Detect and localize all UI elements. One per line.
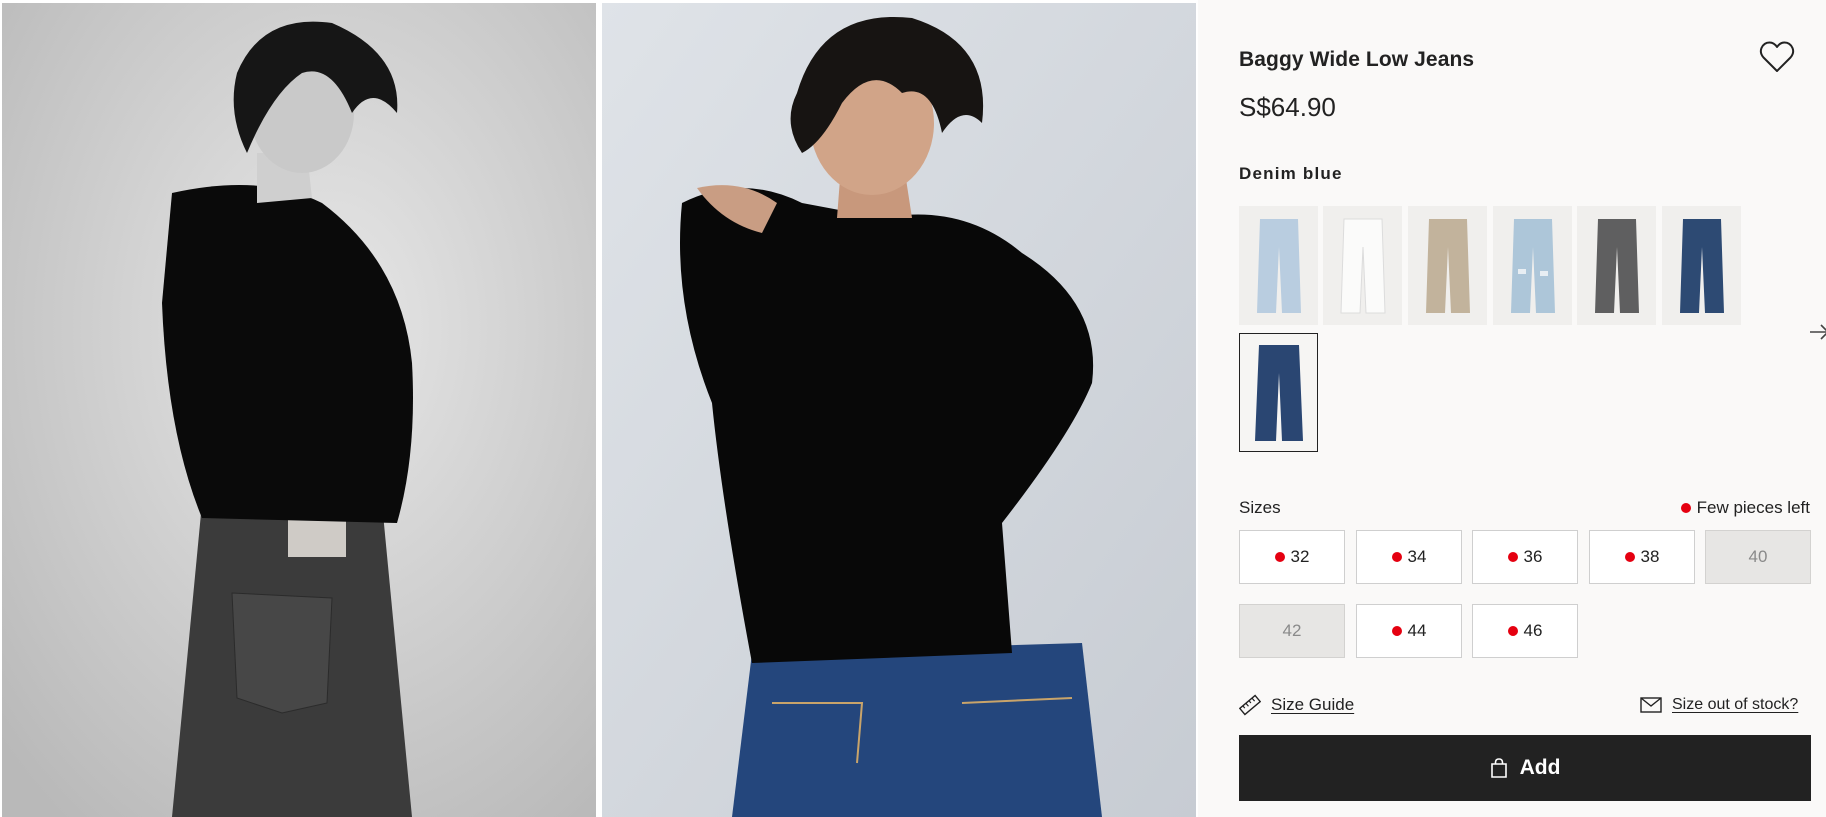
size-label: 38 xyxy=(1640,547,1660,566)
swatches-next-button[interactable] xyxy=(1808,322,1826,342)
ruler-icon xyxy=(1239,694,1261,716)
add-to-bag-button[interactable]: Add xyxy=(1239,735,1811,801)
color-swatch-light-denim-ripped[interactable] xyxy=(1493,206,1572,325)
product-image-2[interactable] xyxy=(602,3,1196,817)
color-swatch-white[interactable] xyxy=(1323,206,1402,325)
heart-outline-icon xyxy=(1759,41,1795,72)
low-stock-dot-icon xyxy=(1680,503,1691,513)
few-pieces-left-label: Few pieces left xyxy=(1696,498,1810,517)
size-option-34[interactable]: 34 xyxy=(1356,530,1462,584)
low-stock-dot-icon xyxy=(1507,626,1518,636)
color-swatch-beige[interactable] xyxy=(1408,206,1487,325)
size-label: 46 xyxy=(1523,621,1543,640)
jeans-thumbnail-icon xyxy=(1254,344,1303,441)
product-title: Baggy Wide Low Jeans xyxy=(1239,48,1475,71)
size-label: 32 xyxy=(1290,547,1310,566)
sizes-label: Sizes xyxy=(1239,498,1281,517)
low-stock-dot-icon xyxy=(1391,552,1402,562)
color-swatch-dark-denim[interactable] xyxy=(1662,206,1741,325)
size-option-44[interactable]: 44 xyxy=(1356,604,1462,658)
size-option-38[interactable]: 38 xyxy=(1589,530,1695,584)
product-details-panel: Baggy Wide Low Jeans S$64.90 Denim blue xyxy=(1198,0,1826,817)
envelope-icon xyxy=(1640,697,1662,713)
size-label: 44 xyxy=(1407,621,1427,640)
size-option-32[interactable]: 32 xyxy=(1239,530,1345,584)
product-image-1[interactable] xyxy=(2,3,596,817)
color-swatch-washed-grey[interactable] xyxy=(1577,206,1656,325)
low-stock-dot-icon xyxy=(1274,552,1285,562)
few-pieces-left-legend: Few pieces left xyxy=(1680,498,1810,518)
product-price: S$64.90 xyxy=(1239,92,1336,122)
size-label: 34 xyxy=(1407,547,1427,566)
shopping-bag-icon xyxy=(1490,758,1507,778)
size-out-of-stock-link[interactable]: Size out of stock? xyxy=(1640,696,1798,714)
add-to-bag-label: Add xyxy=(1519,756,1561,779)
size-guide-link[interactable]: Size Guide xyxy=(1239,694,1354,716)
size-label: 40 xyxy=(1748,547,1768,566)
jeans-thumbnail-icon xyxy=(1425,218,1470,313)
size-option-40[interactable]: 40 xyxy=(1705,530,1811,584)
jeans-thumbnail-icon xyxy=(1679,218,1724,313)
jeans-thumbnail-icon xyxy=(1339,218,1386,313)
size-label: 36 xyxy=(1523,547,1543,566)
color-swatch-denim-blue-selected[interactable] xyxy=(1239,333,1318,452)
arrow-right-icon xyxy=(1810,324,1826,340)
add-to-favorites-button[interactable] xyxy=(1759,40,1795,74)
size-option-36[interactable]: 36 xyxy=(1472,530,1578,584)
size-label: 42 xyxy=(1282,621,1302,640)
selected-color-name: Denim blue xyxy=(1239,164,1343,183)
low-stock-dot-icon xyxy=(1391,626,1402,636)
size-out-of-stock-label: Size out of stock? xyxy=(1672,696,1799,713)
size-option-42[interactable]: 42 xyxy=(1239,604,1345,658)
color-swatch-light-denim[interactable] xyxy=(1239,206,1318,325)
size-option-46[interactable]: 46 xyxy=(1472,604,1578,658)
jeans-thumbnail-icon xyxy=(1256,218,1301,313)
low-stock-dot-icon xyxy=(1507,552,1518,562)
low-stock-dot-icon xyxy=(1624,552,1635,562)
jeans-thumbnail-icon xyxy=(1594,218,1639,313)
size-guide-label: Size Guide xyxy=(1271,695,1355,714)
jeans-thumbnail-icon xyxy=(1510,218,1555,313)
